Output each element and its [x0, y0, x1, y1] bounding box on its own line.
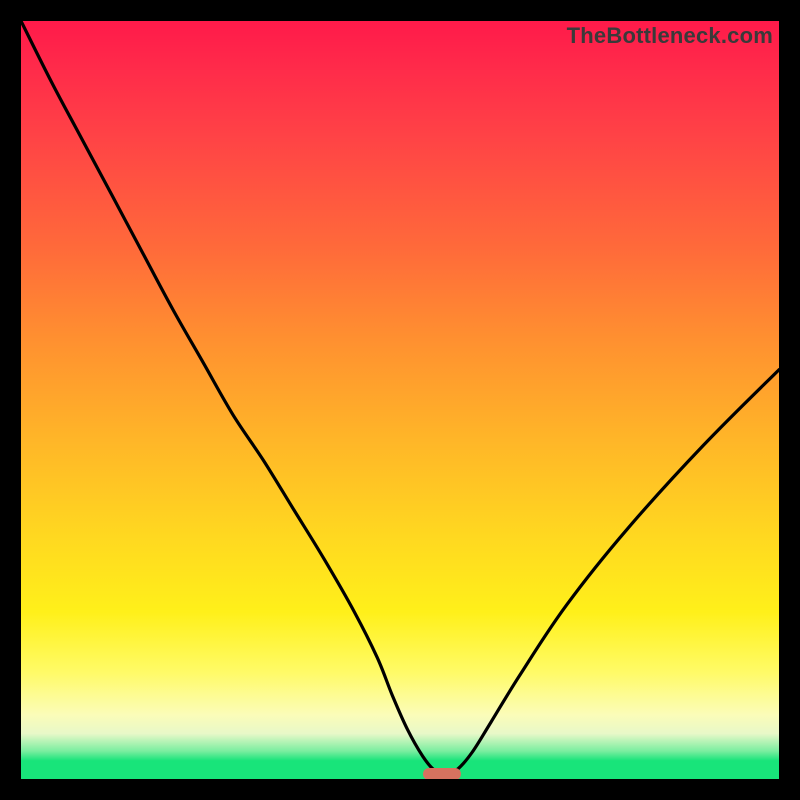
plot-area: TheBottleneck.com — [21, 21, 779, 779]
curve-layer — [21, 21, 779, 779]
minimum-marker — [423, 768, 461, 779]
chart-frame: TheBottleneck.com — [0, 0, 800, 800]
bottleneck-curve — [21, 21, 779, 775]
